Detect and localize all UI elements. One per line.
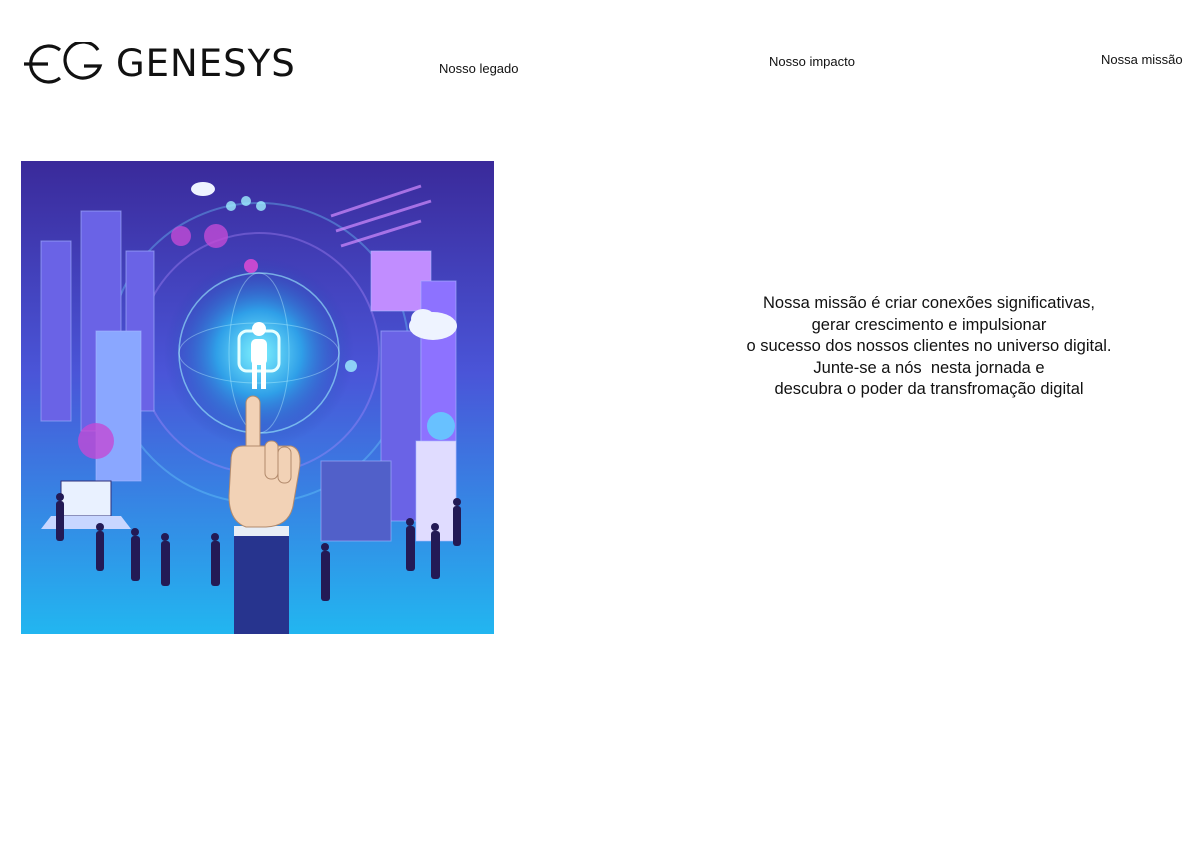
nav-link-nosso-legado[interactable]: Nosso legado [439, 61, 519, 76]
brand-logo[interactable]: GENESYS [20, 42, 296, 86]
mission-statement: Nossa missão é criar conexões significat… [704, 293, 1154, 401]
gg-monogram-icon [24, 42, 103, 84]
mission-line: o sucesso dos nossos clientes no univers… [746, 337, 1112, 355]
mission-line: Junte-se a nós nesta jornada e [813, 358, 1045, 377]
brand-name: GENESYS [116, 42, 296, 85]
hero-image [21, 161, 494, 634]
mission-line: gerar crescimento e impulsionar [811, 315, 1047, 334]
nav-link-nosso-impacto[interactable]: Nosso impacto [769, 54, 855, 69]
mission-line: Nossa missão é criar conexões significat… [763, 294, 1095, 312]
mission-line: descubra o poder da transfromação digita… [774, 380, 1084, 398]
nav-link-nossa-missao[interactable]: Nossa missão [1101, 52, 1183, 67]
digital-city-illustration [21, 161, 494, 634]
